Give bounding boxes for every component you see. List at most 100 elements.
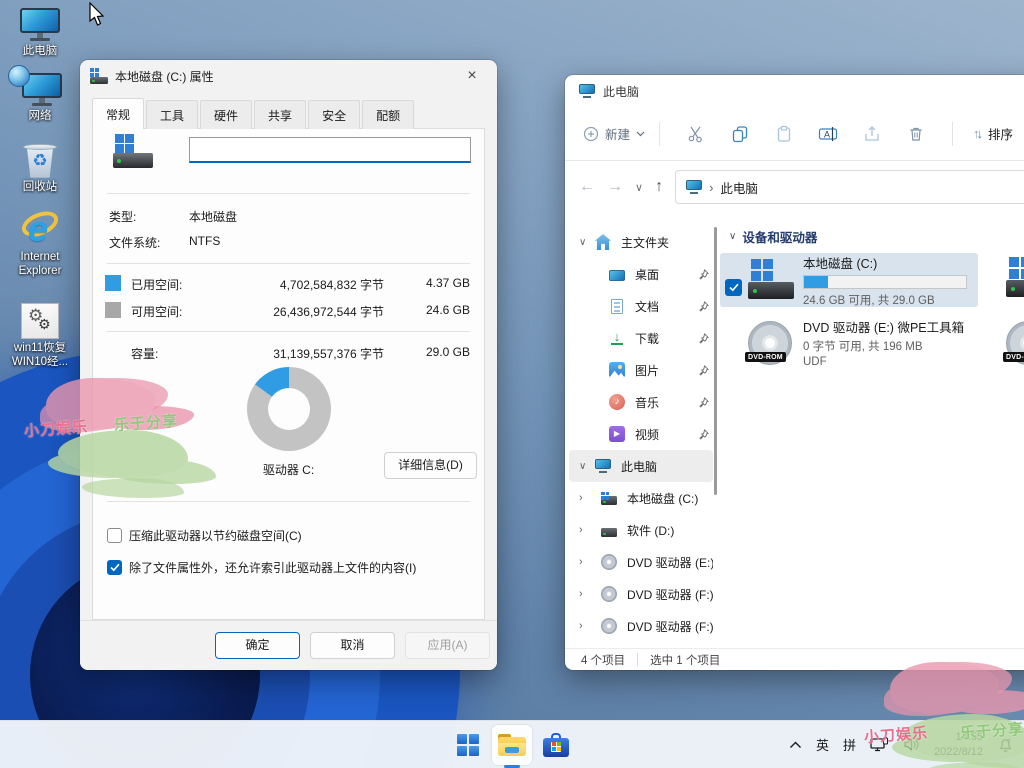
index-checkbox-label: 除了文件属性外，还允许索引此驱动器上文件的内容(I) <box>129 559 416 576</box>
file-explorer-task-button[interactable] <box>492 725 532 765</box>
paste-button[interactable] <box>762 125 806 143</box>
home-icon <box>595 234 611 250</box>
rename-button[interactable]: A <box>806 125 850 143</box>
this-pc-icon <box>20 8 60 42</box>
sidebar-item-documents[interactable]: 文档 <box>569 290 713 322</box>
sidebar-item-desktop[interactable]: 桌面 <box>569 258 713 290</box>
sidebar-item-downloads[interactable]: ↓ 下载 <box>569 322 713 354</box>
sidebar-item-dvd-e[interactable]: › DVD 驱动器 (E:) <box>569 546 713 578</box>
delete-button[interactable] <box>894 125 938 143</box>
back-icon[interactable]: ← <box>579 178 595 196</box>
desktop-icon-network[interactable]: 网络 <box>4 73 76 124</box>
desktop-folder-icon <box>609 270 625 281</box>
store-icon <box>543 733 569 757</box>
devices-group-header[interactable]: ∨ 设备和驱动器 <box>729 227 1024 246</box>
drive-icon-large <box>113 134 153 168</box>
drive-name: 本地磁盘 (C:) <box>803 253 978 272</box>
disk-usage-donut-chart <box>247 367 331 451</box>
desktop-icon-this-pc[interactable]: 此电脑 <box>4 8 76 59</box>
desktop-icon-win11-restore[interactable]: ⚙⚙ win11恢复WIN10经... <box>4 303 76 370</box>
chevron-right-icon[interactable]: › <box>579 588 595 600</box>
volume-label-input[interactable] <box>189 137 471 163</box>
chevron-right-icon[interactable]: › <box>579 620 595 632</box>
up-icon[interactable]: ↑ <box>655 178 663 196</box>
pin-icon <box>698 397 709 408</box>
forward-icon[interactable]: → <box>607 178 623 196</box>
explorer-titlebar[interactable]: 此电脑 <box>565 75 1024 107</box>
ime-mode-indicator[interactable]: 拼 <box>843 735 856 754</box>
cancel-button[interactable]: 取消 <box>310 632 395 659</box>
drive-item-c[interactable]: 本地磁盘 (C:) 24.6 GB 可用, 共 29.0 GB <box>720 253 978 307</box>
notification-bell-icon[interactable]: z <box>997 736 1014 753</box>
compress-checkbox-row[interactable]: 压缩此驱动器以节约磁盘空间(C) <box>107 527 302 544</box>
sidebar-item-dvd-clipped[interactable]: › DVD 驱动器 (F:) <box>569 610 713 642</box>
cut-button[interactable] <box>674 125 718 143</box>
tab-quota[interactable]: 配额 <box>362 100 414 129</box>
new-button[interactable]: 新建 <box>583 124 645 143</box>
drive-icon <box>90 68 108 84</box>
capacity-label: 容量: <box>131 345 158 362</box>
breadcrumb-this-pc[interactable]: 此电脑 <box>720 178 758 197</box>
dialog-titlebar[interactable]: 本地磁盘 (C:) 属性 × <box>80 60 497 92</box>
desktop-icon-recycle-bin[interactable]: ♻ 回收站 <box>4 142 76 195</box>
drive-item-dvd-e[interactable]: DVD-ROM DVD 驱动器 (E:) 微PE工具箱 0 字节 可用, 共 1… <box>720 315 978 369</box>
chevron-right-icon[interactable]: › <box>579 524 595 536</box>
history-chevron-icon[interactable]: ∨ <box>635 181 643 194</box>
desktop-icon-internet-explorer[interactable]: e InternetExplorer <box>4 210 76 279</box>
sidebar-item-this-pc[interactable]: ∨ 此电脑 <box>569 450 713 482</box>
ime-language-indicator[interactable]: 英 <box>816 735 829 754</box>
drive-item-partial-d[interactable] <box>1006 257 1024 299</box>
sidebar-item-dvd-f[interactable]: › DVD 驱动器 (F:) <box>569 578 713 610</box>
compress-checkbox[interactable] <box>107 528 122 543</box>
sidebar-item-local-disk-c[interactable]: › 本地磁盘 (C:) <box>569 482 713 514</box>
selected-checkbox-icon[interactable] <box>725 279 742 296</box>
microsoft-store-button[interactable] <box>536 725 576 765</box>
start-button[interactable] <box>448 725 488 765</box>
chevron-down-icon[interactable]: ∨ <box>579 237 595 248</box>
music-icon: ♪ <box>609 394 625 410</box>
chevron-right-icon[interactable]: › <box>579 556 595 568</box>
details-button[interactable]: 详细信息(D) <box>384 452 477 479</box>
type-value: 本地磁盘 <box>189 208 237 225</box>
drive-item-partial-f[interactable]: DVD-ROM <box>1006 321 1024 363</box>
volume-icon[interactable] <box>903 737 920 752</box>
copy-button[interactable] <box>718 125 762 143</box>
general-tab-page: 类型: 本地磁盘 文件系统: NTFS 已用空间: 4,702,584,832 … <box>92 128 485 620</box>
tab-hardware[interactable]: 硬件 <box>200 100 252 129</box>
chevron-down-icon[interactable]: ∨ <box>579 461 595 472</box>
sidebar-item-pictures[interactable]: 图片 <box>569 354 713 386</box>
ok-button[interactable]: 确定 <box>215 632 300 659</box>
pin-icon <box>698 333 709 344</box>
sidebar-item-videos[interactable]: ▶ 视频 <box>569 418 713 450</box>
index-checkbox[interactable] <box>107 560 122 575</box>
address-bar[interactable]: › 此电脑 <box>675 170 1024 204</box>
sidebar-item-disk-d[interactable]: › 软件 (D:) <box>569 514 713 546</box>
tab-general[interactable]: 常规 <box>92 98 144 129</box>
tray-chevron-up-icon[interactable] <box>789 741 802 749</box>
apply-button[interactable]: 应用(A) <box>405 632 490 659</box>
free-space-swatch <box>105 302 121 318</box>
chevron-right-icon[interactable]: › <box>579 492 595 504</box>
sidebar-item-home[interactable]: ∨ 主文件夹 <box>569 226 713 258</box>
tray-date: 2022/8/12 <box>934 745 983 759</box>
close-icon[interactable]: × <box>457 67 487 85</box>
filesystem-label: 文件系统: <box>109 234 160 251</box>
disk-properties-dialog: 本地磁盘 (C:) 属性 × 常规 工具 硬件 共享 安全 配额 类型: 本地磁… <box>80 60 497 670</box>
sort-button[interactable]: ↑↓ 排序 <box>973 124 1013 143</box>
capacity-size: 29.0 GB <box>426 345 470 359</box>
free-space-size: 24.6 GB <box>426 303 470 317</box>
sort-button-label: 排序 <box>988 124 1013 143</box>
index-checkbox-row[interactable]: 除了文件属性外，还允许索引此驱动器上文件的内容(I) <box>107 559 416 576</box>
desktop-icon-label: 此电脑 <box>23 45 58 59</box>
share-button[interactable] <box>850 125 894 143</box>
explorer-content: ∨ 设备和驱动器 本地磁盘 (C:) 24.6 GB 可用, 共 29.0 GB <box>717 213 1024 648</box>
tab-sharing[interactable]: 共享 <box>254 100 306 129</box>
disk-icon <box>601 524 617 540</box>
capacity-bytes: 31,139,557,376 字节 <box>273 345 384 362</box>
tab-tools[interactable]: 工具 <box>146 100 198 129</box>
tray-clock[interactable]: 14:55 2022/8/12 <box>934 730 983 759</box>
network-icon[interactable] <box>870 737 889 753</box>
ie-label-line2: Explorer <box>19 265 62 277</box>
tab-security[interactable]: 安全 <box>308 100 360 129</box>
sidebar-item-music[interactable]: ♪ 音乐 <box>569 386 713 418</box>
